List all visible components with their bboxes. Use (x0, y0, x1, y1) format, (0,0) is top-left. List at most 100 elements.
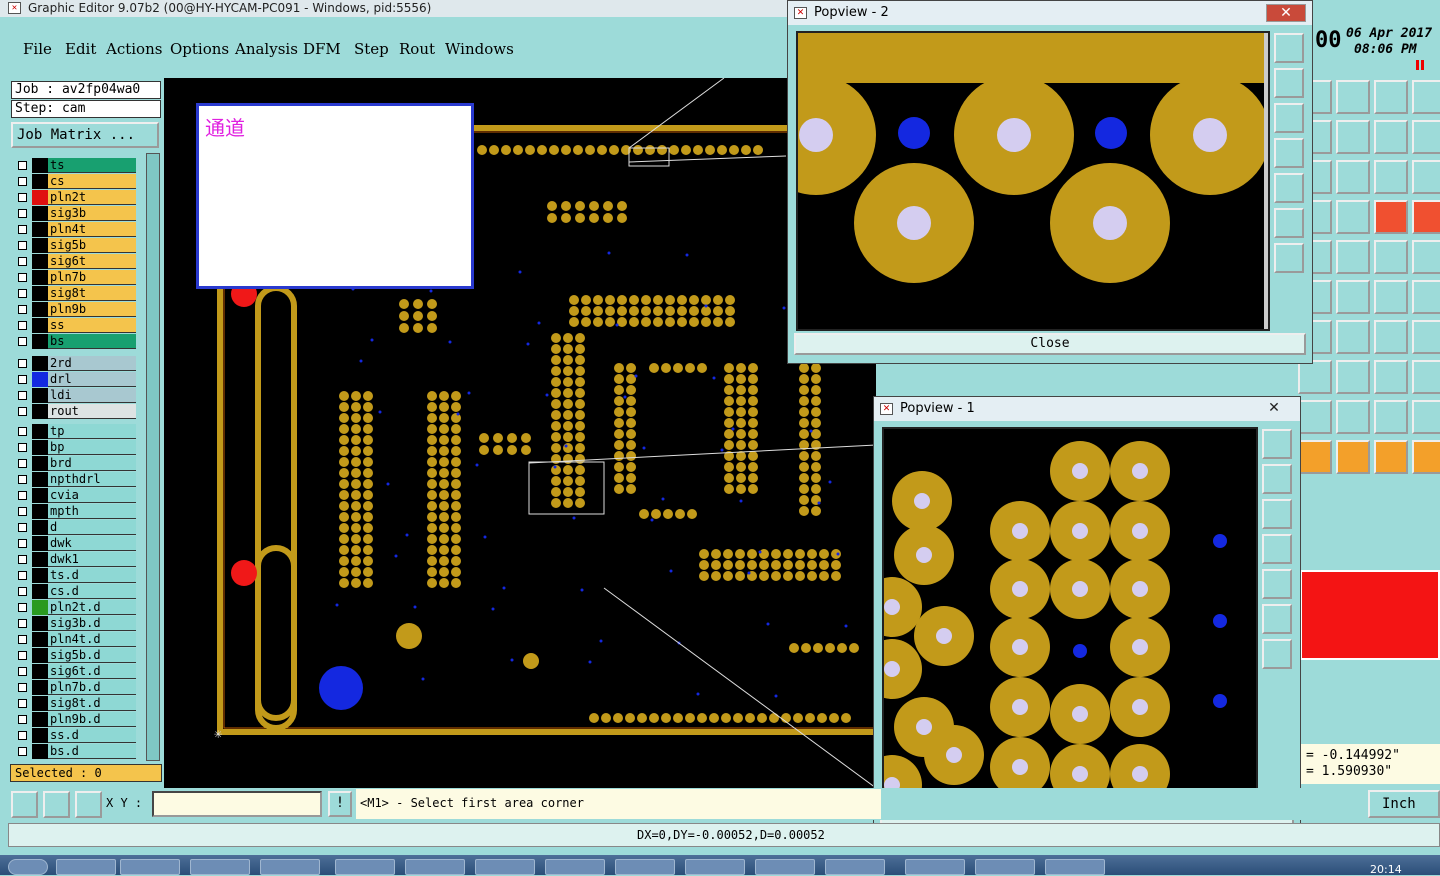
layer-row-bp[interactable]: bp (14, 440, 136, 455)
layer-row-mpth[interactable]: mpth (14, 504, 136, 519)
layer-row-sig6t-d[interactable]: sig6t.d (14, 664, 136, 679)
netlist2-icon[interactable] (1374, 200, 1408, 234)
arc-icon[interactable] (1336, 320, 1370, 354)
layer-checkbox[interactable] (18, 225, 27, 234)
popview-1-tool-6-icon[interactable] (1262, 604, 1292, 634)
layer-checkbox[interactable] (18, 587, 27, 596)
taskbar-item[interactable] (335, 859, 395, 875)
menu-dfm[interactable]: DFM (303, 40, 341, 58)
select-icon[interactable] (1298, 440, 1332, 474)
layer-row-bs-d[interactable]: bs.d (14, 744, 136, 759)
scale-icon[interactable] (1374, 160, 1408, 194)
layer-row-cs-d[interactable]: cs.d (14, 584, 136, 599)
layer-row-bs[interactable]: bs (14, 334, 136, 349)
tool-o[interactable] (1412, 400, 1440, 434)
layer-scrollbar[interactable] (146, 153, 160, 761)
tool-n[interactable] (1412, 360, 1440, 394)
minus-icon[interactable] (1298, 360, 1332, 394)
layer-checkbox[interactable] (18, 375, 27, 384)
layer-row-sig8t[interactable]: sig8t (14, 286, 136, 301)
layer-checkbox[interactable] (18, 667, 27, 676)
layer-checkbox[interactable] (18, 257, 27, 266)
start-button[interactable] (8, 859, 48, 875)
layer-checkbox[interactable] (18, 539, 27, 548)
help-icon[interactable] (1412, 160, 1440, 194)
popview-2-close-icon[interactable]: ✕ (1266, 4, 1306, 22)
layer-checkbox[interactable] (18, 571, 27, 580)
layer-checkbox[interactable] (18, 651, 27, 660)
layer-row-2rd[interactable]: 2rd (14, 356, 136, 371)
popview-2-tool-5-icon[interactable] (1274, 173, 1304, 203)
layer-checkbox[interactable] (18, 747, 27, 756)
layer-checkbox[interactable] (18, 523, 27, 532)
layer-checkbox[interactable] (18, 407, 27, 416)
triangle-icon[interactable] (1298, 400, 1332, 434)
netlist-icon[interactable] (1336, 200, 1370, 234)
layer-checkbox[interactable] (18, 507, 27, 516)
tool-i[interactable] (1412, 200, 1440, 234)
layer-row-sig5b[interactable]: sig5b (14, 238, 136, 253)
select3-icon[interactable] (1374, 440, 1408, 474)
text-icon[interactable] (1374, 320, 1408, 354)
home-icon[interactable] (1374, 80, 1408, 114)
layer-row-ldi[interactable]: ldi (14, 388, 136, 403)
layer-checkbox[interactable] (18, 241, 27, 250)
menu-rout[interactable]: Rout (399, 40, 435, 58)
layer-row-pln2t[interactable]: pln2t (14, 190, 136, 205)
popview-1-view[interactable] (882, 427, 1258, 799)
layer-row-rout[interactable]: rout (14, 404, 136, 419)
layer-row-sig3b[interactable]: sig3b (14, 206, 136, 221)
layer-checkbox[interactable] (18, 459, 27, 468)
layer-row-ss[interactable]: ss (14, 318, 136, 333)
layer-row-drl[interactable]: drl (14, 372, 136, 387)
taskbar-item[interactable] (1045, 859, 1105, 875)
popview-2-tool-6-icon[interactable] (1274, 208, 1304, 238)
layer-checkbox[interactable] (18, 209, 27, 218)
tool-e[interactable] (1336, 120, 1370, 154)
menu-edit[interactable]: Edit (65, 40, 96, 58)
menu-file[interactable]: File (23, 40, 52, 58)
arrow-point-icon[interactable] (1374, 280, 1408, 314)
layer-row-tp[interactable]: tp (14, 424, 136, 439)
taskbar-item[interactable] (685, 859, 745, 875)
tool-j[interactable] (1412, 240, 1440, 274)
popview-2-close-button[interactable]: Close (794, 333, 1306, 355)
layer-row-npthdrl[interactable]: npthdrl (14, 472, 136, 487)
layer-checkbox[interactable] (18, 161, 27, 170)
layer-row-ts-d[interactable]: ts.d (14, 568, 136, 583)
layer-row-pln7b-d[interactable]: pln7b.d (14, 680, 136, 695)
menu-options[interactable]: Options (170, 40, 229, 58)
layer-row-d[interactable]: d (14, 520, 136, 535)
layer-row-dwk1[interactable]: dwk1 (14, 552, 136, 567)
taskbar-item[interactable] (190, 859, 250, 875)
taskbar-item[interactable] (120, 859, 180, 875)
layer-checkbox[interactable] (18, 475, 27, 484)
layer-row-pln4t[interactable]: pln4t (14, 222, 136, 237)
layer-checkbox[interactable] (18, 193, 27, 202)
alert-icon[interactable]: ! (328, 791, 352, 817)
layer-checkbox[interactable] (18, 305, 27, 314)
layer-row-pln9b-d[interactable]: pln9b.d (14, 712, 136, 727)
grid-icon[interactable] (75, 791, 102, 818)
measure-icon[interactable] (11, 791, 38, 818)
taskbar-item[interactable] (260, 859, 320, 875)
layer-row-pln7b[interactable]: pln7b (14, 270, 136, 285)
popview-1-tool-5-icon[interactable] (1262, 569, 1292, 599)
triangle2-icon[interactable] (1336, 400, 1370, 434)
xy-input[interactable] (152, 791, 322, 817)
snap-icon[interactable] (43, 791, 70, 818)
popview-1-tool-4-icon[interactable] (1262, 534, 1292, 564)
taskbar-item[interactable] (545, 859, 605, 875)
popview-1-tool-2-icon[interactable] (1262, 464, 1292, 494)
popview-1-close-icon[interactable]: ✕ (1254, 400, 1294, 418)
popview-2-tool-4-icon[interactable] (1274, 138, 1304, 168)
layer-row-pln2t-d[interactable]: pln2t.d (14, 600, 136, 615)
layer-checkbox[interactable] (18, 359, 27, 368)
taskbar-item[interactable] (905, 859, 965, 875)
layer-row-sig8t-d[interactable]: sig8t.d (14, 696, 136, 711)
layer-row-brd[interactable]: brd (14, 456, 136, 471)
taskbar-item[interactable] (56, 859, 116, 875)
tool-b[interactable] (1336, 80, 1370, 114)
job-matrix-button[interactable]: Job Matrix ... (11, 122, 159, 148)
units-selector[interactable]: Inch (1368, 790, 1440, 818)
